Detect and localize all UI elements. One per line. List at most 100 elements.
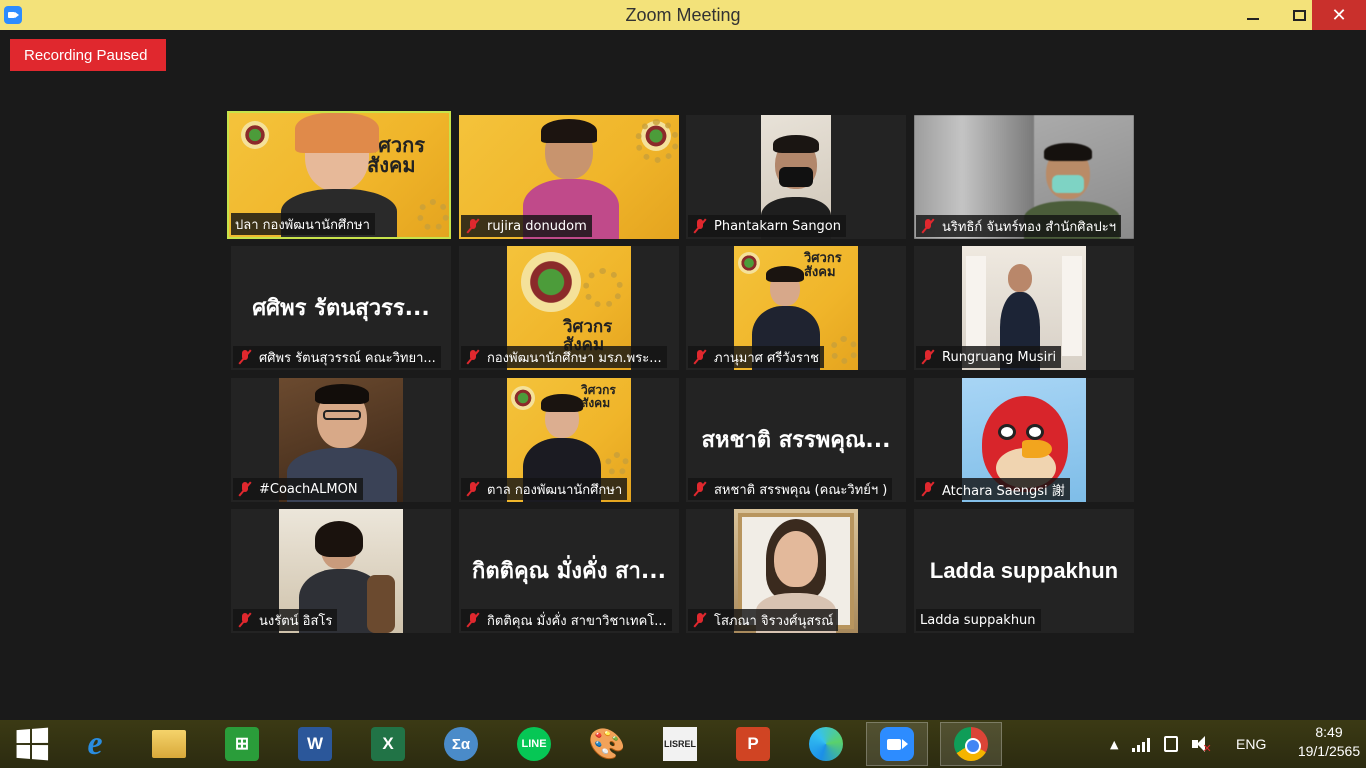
participant-name-label: นริทธิก์ จันทร์ทอง สำนักศิลปะฯ	[916, 215, 1122, 237]
participant-tile[interactable]: Phantakarn Sangon	[686, 115, 906, 239]
participant-tile[interactable]: วิศวกรสังคม ปลา กองพัฒนานักศึกษา	[227, 111, 451, 239]
taskbar-line[interactable]: LINE	[503, 722, 565, 766]
participant-name-label: นงรัตน์ อิสโร	[233, 609, 338, 631]
taskbar-clock[interactable]: 8:49 19/1/2565	[1296, 723, 1362, 761]
internet-explorer-icon: e	[87, 725, 103, 762]
participant-tile[interactable]: วิศวกรสังคม กองพัฒนานักศึกษา มรภ.พระ...	[459, 246, 679, 370]
participant-display-name: กิตติคุณ มั่งคั่ง สา...	[472, 559, 666, 584]
excel-icon: X	[371, 727, 405, 761]
face-mask	[1052, 175, 1084, 193]
participant-name: Phantakarn Sangon	[714, 218, 842, 234]
muted-mic-icon	[465, 612, 481, 628]
participant-name-label: ปลา กองพัฒนานักศึกษา	[231, 213, 375, 235]
participant-name: Ladda suppakhun	[920, 612, 1036, 628]
slide-title: วิศวกรสังคม	[804, 251, 842, 280]
hair	[315, 521, 363, 557]
volume-muted-icon[interactable]: ✕	[1192, 736, 1212, 755]
minimize-icon	[1247, 18, 1259, 20]
participant-name-label: Ladda suppakhun	[916, 609, 1041, 631]
math-input-icon: Σα	[444, 727, 478, 761]
gear-icon	[417, 199, 449, 231]
start-button[interactable]	[0, 722, 62, 766]
network-signal-icon[interactable]	[1132, 736, 1151, 752]
participant-tile[interactable]: Rungruang Musiri	[914, 246, 1134, 370]
maximize-icon	[1292, 9, 1306, 21]
participant-tile[interactable]: กิตติคุณ มั่งคั่ง สา... กิตติคุณ มั่งคั่…	[459, 509, 679, 633]
participant-tile[interactable]: นงรัตน์ อิสโร	[231, 509, 451, 633]
taskbar-store[interactable]: ⊞	[211, 722, 273, 766]
zoom-icon	[880, 727, 914, 761]
participant-name: นริทธิก์ จันทร์ทอง สำนักศิลปะฯ	[942, 219, 1117, 235]
university-seal-icon	[521, 252, 581, 312]
close-icon: ✕	[1331, 4, 1347, 26]
participant-tile[interactable]: วิศวกรสังคม ตาล กองพัฒนานักศึกษา	[459, 378, 679, 502]
taskbar-paint[interactable]: 🎨	[576, 722, 638, 766]
close-button[interactable]: ✕	[1312, 0, 1366, 30]
participant-name: ตาล กองพัฒนานักศึกษา	[487, 482, 623, 498]
line-icon: LINE	[517, 727, 551, 761]
taskbar-file-explorer[interactable]	[138, 722, 200, 766]
gear-icon	[635, 119, 679, 163]
taskbar-chrome[interactable]	[940, 722, 1002, 766]
participant-name: Atchara Saengsi 謝	[942, 483, 1065, 499]
participant-name-label: Atchara Saengsi 謝	[916, 478, 1070, 500]
participant-tile[interactable]: โสภณา จิรวงศ์นุสรณ์	[686, 509, 906, 633]
participant-name-label: กองพัฒนานักศึกษา มรภ.พระ...	[461, 346, 667, 368]
participant-name: rujira donudom	[487, 218, 587, 234]
folder-icon	[152, 730, 186, 758]
input-language-indicator[interactable]: ENG	[1236, 736, 1266, 752]
university-seal-icon	[738, 252, 760, 274]
hair	[541, 119, 597, 143]
muted-mic-icon	[692, 481, 708, 497]
participant-name-label: rujira donudom	[461, 215, 592, 237]
taskbar-lisrel[interactable]: LISREL	[649, 722, 711, 766]
taskbar-zoom[interactable]	[866, 722, 928, 766]
participant-tile[interactable]: Atchara Saengsi 謝	[914, 378, 1134, 502]
taskbar-math-input[interactable]: Σα	[430, 722, 492, 766]
gear-icon	[583, 268, 623, 308]
face	[774, 531, 818, 587]
bird-beak	[1022, 440, 1052, 458]
windows-logo-icon	[16, 727, 49, 761]
minimize-button[interactable]	[1230, 0, 1276, 30]
muted-mic-icon	[465, 218, 481, 234]
participant-tile[interactable]: ศศิพร รัตนสุวรร... ศศิพร รัตนสุวรรณ์ คณะ…	[231, 246, 451, 370]
taskbar-word[interactable]: W	[284, 722, 346, 766]
title-bar: Zoom Meeting ✕	[0, 0, 1366, 30]
muted-mic-icon	[237, 349, 253, 365]
muted-mic-icon	[920, 349, 936, 365]
participant-display-name: ศศิพร รัตนสุวรร...	[252, 296, 430, 321]
participant-tile[interactable]: วิศวกรสังคม ภานุมาศ ศรีวังราช	[686, 246, 906, 370]
taskbar-internet-explorer[interactable]: e	[64, 722, 126, 766]
participant-name-label: ศศิพร รัตนสุวรรณ์ คณะวิทยา...	[233, 346, 441, 368]
university-seal-icon	[511, 386, 535, 410]
hair	[1044, 143, 1092, 161]
participant-name: สหชาติ สรรพคุณ (คณะวิทย์ฯ )	[714, 482, 888, 498]
participant-name: กิตติคุณ มั่งคั่ง สาขาวิชาเทคโ...	[487, 613, 667, 629]
store-icon: ⊞	[225, 727, 259, 761]
participant-name: ภานุมาศ ศรีวังราช	[714, 350, 819, 366]
taskbar-edge[interactable]	[795, 722, 857, 766]
participant-name-label: #CoachALMON	[233, 478, 363, 500]
gear-icon	[830, 336, 858, 364]
muted-mic-icon	[920, 481, 936, 497]
tray-expand-icon[interactable]: ▲	[1110, 738, 1118, 751]
participant-tile[interactable]: นริทธิก์ จันทร์ทอง สำนักศิลปะฯ	[914, 115, 1134, 239]
participant-tile[interactable]: #CoachALMON	[231, 378, 451, 502]
participant-tile[interactable]: สหชาติ สรรพคุณ... สหชาติ สรรพคุณ (คณะวิท…	[686, 378, 906, 502]
muted-mic-icon	[465, 481, 481, 497]
recording-paused-button[interactable]: Recording Paused	[10, 39, 166, 71]
powerpoint-icon: P	[736, 727, 770, 761]
slide-title: วิศวกรสังคม	[581, 383, 616, 410]
glasses	[323, 410, 361, 420]
battery-icon[interactable]	[1164, 736, 1179, 752]
hair	[295, 113, 379, 153]
recording-label: Recording Paused	[24, 46, 148, 64]
pillar	[1062, 256, 1082, 356]
taskbar-excel[interactable]: X	[357, 722, 419, 766]
participant-name-label: Phantakarn Sangon	[688, 215, 847, 237]
participant-tile[interactable]: Ladda suppakhun Ladda suppakhun	[914, 509, 1134, 633]
paint-palette-icon: 🎨	[588, 727, 626, 761]
participant-tile[interactable]: rujira donudom	[459, 115, 679, 239]
taskbar-powerpoint[interactable]: P	[722, 722, 784, 766]
